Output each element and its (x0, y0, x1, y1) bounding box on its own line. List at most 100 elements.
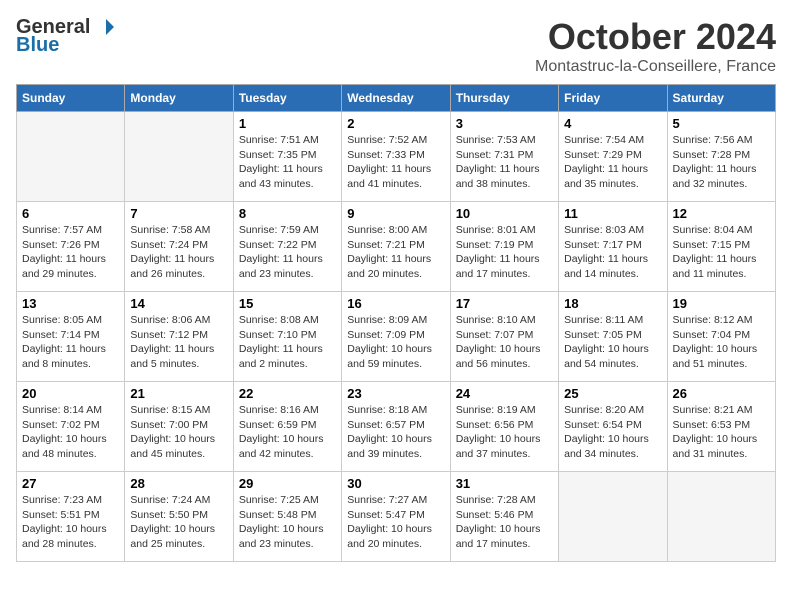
calendar-cell: 31 Sunrise: 7:28 AM Sunset: 5:46 PM Dayli… (450, 472, 558, 562)
calendar-cell: 11Sunrise: 8:03 AM Sunset: 7:17 PM Dayli… (559, 202, 667, 292)
calendar-cell (17, 112, 125, 202)
month-title: October 2024 (535, 16, 776, 58)
calendar-cell: 9 Sunrise: 8:00 AM Sunset: 7:21 PM Daylig… (342, 202, 450, 292)
day-number: 8 (239, 206, 336, 221)
calendar-cell: 8 Sunrise: 7:59 AM Sunset: 7:22 PM Daylig… (233, 202, 341, 292)
calendar-cell: 29 Sunrise: 7:25 AM Sunset: 5:48 PM Dayli… (233, 472, 341, 562)
day-number: 2 (347, 116, 444, 131)
calendar-cell: 28 Sunrise: 7:24 AM Sunset: 5:50 PM Dayli… (125, 472, 233, 562)
day-info: Sunrise: 7:51 AM Sunset: 7:35 PM Dayligh… (239, 133, 336, 192)
week-row-1: 1 Sunrise: 7:51 AM Sunset: 7:35 PM Daylig… (17, 112, 776, 202)
day-info: Sunrise: 8:09 AM Sunset: 7:09 PM Dayligh… (347, 313, 444, 372)
calendar-cell: 7Sunrise: 7:58 AM Sunset: 7:24 PM Daylig… (125, 202, 233, 292)
day-info: Sunrise: 7:24 AM Sunset: 5:50 PM Dayligh… (130, 493, 227, 552)
calendar-cell: 3 Sunrise: 7:53 AM Sunset: 7:31 PM Daylig… (450, 112, 558, 202)
day-info: Sunrise: 8:16 AM Sunset: 6:59 PM Dayligh… (239, 403, 336, 462)
calendar-cell: 10Sunrise: 8:01 AM Sunset: 7:19 PM Dayli… (450, 202, 558, 292)
calendar-cell: 18 Sunrise: 8:11 AM Sunset: 7:05 PM Dayli… (559, 292, 667, 382)
day-info: Sunrise: 7:28 AM Sunset: 5:46 PM Dayligh… (456, 493, 553, 552)
day-number: 22 (239, 386, 336, 401)
day-number: 12 (673, 206, 770, 221)
day-info: Sunrise: 8:00 AM Sunset: 7:21 PM Dayligh… (347, 223, 444, 282)
day-header-tuesday: Tuesday (233, 85, 341, 112)
day-number: 1 (239, 116, 336, 131)
day-number: 10 (456, 206, 553, 221)
calendar-table: SundayMondayTuesdayWednesdayThursdayFrid… (16, 84, 776, 562)
calendar-cell: 19Sunrise: 8:12 AM Sunset: 7:04 PM Dayli… (667, 292, 775, 382)
day-info: Sunrise: 7:54 AM Sunset: 7:29 PM Dayligh… (564, 133, 661, 192)
calendar-cell: 1 Sunrise: 7:51 AM Sunset: 7:35 PM Daylig… (233, 112, 341, 202)
day-number: 5 (673, 116, 770, 131)
day-info: Sunrise: 8:21 AM Sunset: 6:53 PM Dayligh… (673, 403, 770, 462)
calendar-cell: 16 Sunrise: 8:09 AM Sunset: 7:09 PM Dayli… (342, 292, 450, 382)
calendar-cell (559, 472, 667, 562)
day-info: Sunrise: 7:52 AM Sunset: 7:33 PM Dayligh… (347, 133, 444, 192)
day-number: 27 (22, 476, 119, 491)
calendar-cell (125, 112, 233, 202)
day-number: 6 (22, 206, 119, 221)
day-header-saturday: Saturday (667, 85, 775, 112)
calendar-cell: 12 Sunrise: 8:04 AM Sunset: 7:15 PM Dayli… (667, 202, 775, 292)
logo-blue-text: Blue (16, 34, 114, 56)
day-info: Sunrise: 8:06 AM Sunset: 7:12 PM Dayligh… (130, 313, 227, 372)
day-number: 16 (347, 296, 444, 311)
day-info: Sunrise: 7:59 AM Sunset: 7:22 PM Dayligh… (239, 223, 336, 282)
day-header-monday: Monday (125, 85, 233, 112)
calendar-cell: 26Sunrise: 8:21 AM Sunset: 6:53 PM Dayli… (667, 382, 775, 472)
calendar-cell: 21Sunrise: 8:15 AM Sunset: 7:00 PM Dayli… (125, 382, 233, 472)
day-info: Sunrise: 8:08 AM Sunset: 7:10 PM Dayligh… (239, 313, 336, 372)
day-number: 14 (130, 296, 227, 311)
days-header-row: SundayMondayTuesdayWednesdayThursdayFrid… (17, 85, 776, 112)
day-number: 29 (239, 476, 336, 491)
day-info: Sunrise: 7:25 AM Sunset: 5:48 PM Dayligh… (239, 493, 336, 552)
day-info: Sunrise: 7:27 AM Sunset: 5:47 PM Dayligh… (347, 493, 444, 552)
calendar-cell: 17Sunrise: 8:10 AM Sunset: 7:07 PM Dayli… (450, 292, 558, 382)
day-header-wednesday: Wednesday (342, 85, 450, 112)
title-area: October 2024 Montastruc-la-Conseillere, … (535, 16, 776, 76)
day-info: Sunrise: 7:23 AM Sunset: 5:51 PM Dayligh… (22, 493, 119, 552)
day-header-sunday: Sunday (17, 85, 125, 112)
day-number: 30 (347, 476, 444, 491)
day-info: Sunrise: 8:05 AM Sunset: 7:14 PM Dayligh… (22, 313, 119, 372)
day-number: 11 (564, 206, 661, 221)
day-number: 21 (130, 386, 227, 401)
day-info: Sunrise: 7:56 AM Sunset: 7:28 PM Dayligh… (673, 133, 770, 192)
day-info: Sunrise: 7:58 AM Sunset: 7:24 PM Dayligh… (130, 223, 227, 282)
logo: General Blue (16, 16, 114, 56)
day-number: 13 (22, 296, 119, 311)
day-number: 31 (456, 476, 553, 491)
day-number: 28 (130, 476, 227, 491)
calendar-cell: 15 Sunrise: 8:08 AM Sunset: 7:10 PM Dayli… (233, 292, 341, 382)
day-number: 24 (456, 386, 553, 401)
day-info: Sunrise: 8:11 AM Sunset: 7:05 PM Dayligh… (564, 313, 661, 372)
day-number: 4 (564, 116, 661, 131)
calendar-cell: 23Sunrise: 8:18 AM Sunset: 6:57 PM Dayli… (342, 382, 450, 472)
day-info: Sunrise: 8:20 AM Sunset: 6:54 PM Dayligh… (564, 403, 661, 462)
calendar-cell: 27 Sunrise: 7:23 AM Sunset: 5:51 PM Dayli… (17, 472, 125, 562)
calendar-cell (667, 472, 775, 562)
week-row-3: 13 Sunrise: 8:05 AM Sunset: 7:14 PM Dayli… (17, 292, 776, 382)
day-info: Sunrise: 7:53 AM Sunset: 7:31 PM Dayligh… (456, 133, 553, 192)
day-info: Sunrise: 8:18 AM Sunset: 6:57 PM Dayligh… (347, 403, 444, 462)
calendar-cell: 14 Sunrise: 8:06 AM Sunset: 7:12 PM Dayli… (125, 292, 233, 382)
day-number: 25 (564, 386, 661, 401)
day-info: Sunrise: 8:04 AM Sunset: 7:15 PM Dayligh… (673, 223, 770, 282)
calendar-cell: 4 Sunrise: 7:54 AM Sunset: 7:29 PM Daylig… (559, 112, 667, 202)
day-info: Sunrise: 8:14 AM Sunset: 7:02 PM Dayligh… (22, 403, 119, 462)
day-header-thursday: Thursday (450, 85, 558, 112)
day-number: 18 (564, 296, 661, 311)
calendar-cell: 20 Sunrise: 8:14 AM Sunset: 7:02 PM Dayli… (17, 382, 125, 472)
day-info: Sunrise: 8:19 AM Sunset: 6:56 PM Dayligh… (456, 403, 553, 462)
calendar-cell: 6Sunrise: 7:57 AM Sunset: 7:26 PM Daylig… (17, 202, 125, 292)
day-header-friday: Friday (559, 85, 667, 112)
calendar-cell: 2 Sunrise: 7:52 AM Sunset: 7:33 PM Daylig… (342, 112, 450, 202)
day-number: 15 (239, 296, 336, 311)
location-subtitle: Montastruc-la-Conseillere, France (535, 58, 776, 76)
week-row-5: 27 Sunrise: 7:23 AM Sunset: 5:51 PM Dayli… (17, 472, 776, 562)
calendar-cell: 13 Sunrise: 8:05 AM Sunset: 7:14 PM Dayli… (17, 292, 125, 382)
day-number: 9 (347, 206, 444, 221)
day-number: 3 (456, 116, 553, 131)
calendar-cell: 30 Sunrise: 7:27 AM Sunset: 5:47 PM Dayli… (342, 472, 450, 562)
day-number: 17 (456, 296, 553, 311)
day-number: 20 (22, 386, 119, 401)
